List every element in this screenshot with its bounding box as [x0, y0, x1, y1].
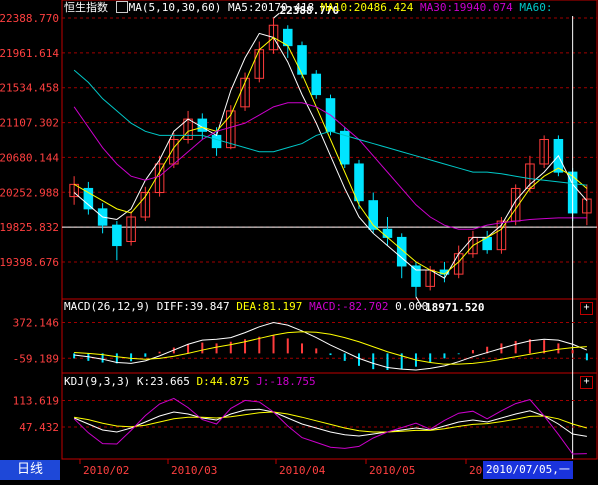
ma-legend-icon[interactable] — [115, 1, 128, 13]
price-tick-label: 20680.144 — [0, 151, 59, 164]
price-tick-label: 19825.832 — [0, 221, 59, 234]
chart-stage: 22388.770 21961.614 21534.458 21107.302 2068… — [0, 0, 598, 481]
candle-body — [83, 187, 94, 210]
candle-body — [211, 134, 222, 149]
kdj-line-d — [74, 411, 588, 433]
macd-line-dea — [74, 331, 587, 365]
macd-tick-label: 372.146 — [13, 316, 59, 329]
price-tick-label: 20252.988 — [0, 186, 59, 199]
candle-body — [411, 265, 421, 287]
cursor-date-label: 2010/07/05,一 — [483, 461, 573, 479]
kdj-tick-label: 47.432 — [19, 421, 59, 434]
kdj-header: KDJ(9,3,3) K:23.665 D:44.875 J:-18.755 — [64, 375, 316, 389]
macd-diff: DIFF:39.847 — [156, 300, 230, 313]
kdj-line-k — [73, 408, 587, 437]
ma30-value: MA30:19940.074 — [420, 1, 513, 14]
ma-line-ma5 — [73, 32, 588, 279]
kdj-params: KDJ(9,3,3) — [64, 375, 131, 388]
macd-expand-button[interactable]: + — [580, 302, 593, 315]
daily-tab[interactable]: 日线 — [0, 460, 60, 480]
macd-dea: DEA:81.197 — [236, 300, 303, 313]
index-name: 恒生指数 — [64, 1, 108, 14]
candle-body — [112, 224, 122, 247]
price-tick-label: 21107.302 — [0, 117, 59, 130]
macd-zero: 0.000 — [395, 300, 429, 313]
candle-body — [311, 73, 322, 96]
ma60-value: MA60: — [519, 1, 553, 14]
macd-value: MACD:-82.702 — [309, 300, 389, 313]
price-tick-label: 22388.770 — [0, 12, 59, 25]
macd-params: MACD(26,12,9) — [64, 300, 151, 313]
ma5-value: MA5:20170.418 — [227, 1, 315, 14]
date-tick-label: 2010/04 — [279, 464, 326, 477]
date-tick-label: 2010/02 — [83, 464, 129, 477]
macd-line-diff — [74, 321, 588, 371]
candle-body — [282, 28, 293, 47]
ma10-value: MA10:20486.424 — [320, 1, 414, 14]
kdj-expand-button[interactable]: + — [580, 376, 593, 389]
price-panel-frame — [61, 0, 598, 300]
price-tick-label: 21534.458 — [0, 82, 59, 95]
date-tick-label: 2010/05 — [369, 464, 415, 477]
candle-body — [382, 228, 393, 238]
kdj-d: D:44.875 — [196, 375, 250, 388]
date-tick-label: 2010/03 — [171, 464, 217, 477]
macd-tick-label: -59.189 — [13, 352, 59, 365]
ma-params: MA(5,10,30,60) — [128, 1, 222, 14]
macd-header: MACD(26,12,9) DIFF:39.847 DEA:81.197 MAC… — [64, 300, 428, 314]
kdj-line-j — [73, 397, 587, 455]
low-annotation: 18971.520 — [425, 301, 485, 314]
kdj-k: K:23.665 — [136, 375, 190, 388]
candle-body — [297, 45, 307, 75]
kdj-tick-label: 113.619 — [13, 395, 59, 408]
main-header: 恒生指数 MA(5,10,30,60) MA5:20170.418 MA10:2… — [64, 1, 553, 15]
stock-chart-svg: 22388.770 21961.614 21534.458 21107.302 2068… — [0, 0, 598, 477]
price-tick-label: 21961.614 — [0, 47, 59, 60]
price-tick-label: 19398.676 — [0, 256, 59, 269]
candle-body — [354, 163, 364, 202]
kdj-j: J:-18.755 — [256, 375, 316, 388]
